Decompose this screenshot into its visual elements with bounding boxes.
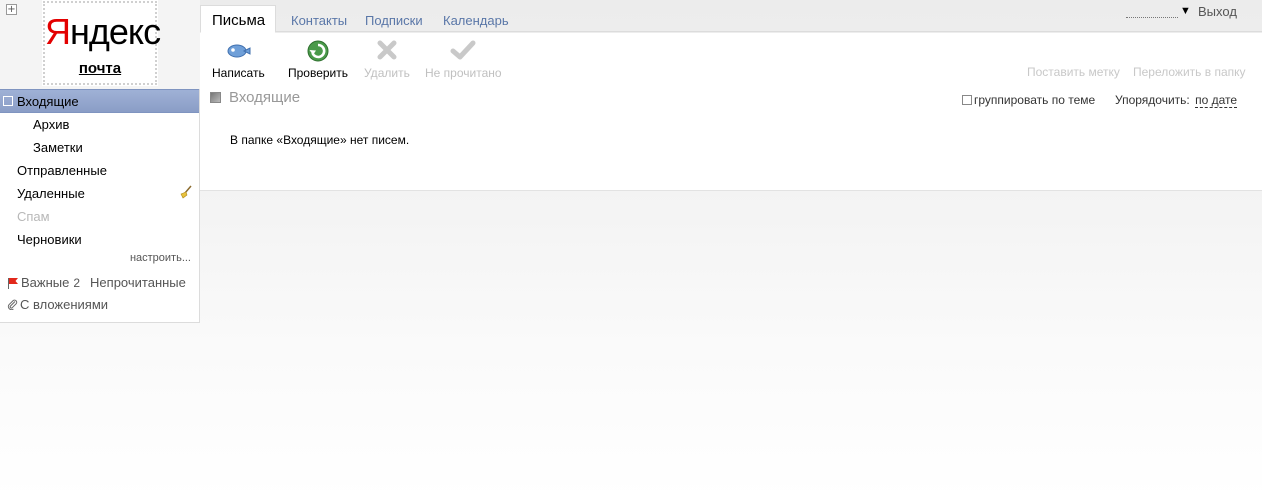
tab-subscriptions[interactable]: Подписки xyxy=(365,13,423,28)
group-by-thread-option[interactable]: группировать по теме xyxy=(962,93,1095,107)
labels-line: Важные 2 Непрочитанные xyxy=(7,275,186,290)
folder-drafts[interactable]: Черновики xyxy=(0,228,199,251)
logout-link[interactable]: Выход xyxy=(1198,4,1237,19)
label-important[interactable]: Важные xyxy=(21,275,69,290)
yandex-mail-logo[interactable]: Яндекс почта xyxy=(43,1,161,85)
folder-label: Черновики xyxy=(17,232,82,247)
label-unread[interactable]: Непрочитанные xyxy=(90,275,186,290)
left-sidebar: + Яндекс почта Входящие Архив Заметки От… xyxy=(0,0,200,323)
folder-list: Входящие Архив Заметки Отправленные Удал… xyxy=(0,89,199,251)
folder-archive[interactable]: Архив xyxy=(0,113,199,136)
folder-notes[interactable]: Заметки xyxy=(0,136,199,159)
group-by-thread-label: группировать по теме xyxy=(974,93,1096,107)
group-by-thread-checkbox[interactable] xyxy=(962,95,972,105)
delete-button[interactable]: Удалить xyxy=(364,39,410,80)
account-selector[interactable] xyxy=(1126,17,1178,18)
folder-trash[interactable]: Удаленные xyxy=(0,182,199,205)
tab-calendar[interactable]: Календарь xyxy=(443,13,509,28)
logo-area: + Яндекс почта xyxy=(0,0,200,89)
logo-brand: Яндекс xyxy=(45,11,161,52)
page-title: Входящие xyxy=(229,89,301,106)
top-tabs: Письма Контакты Подписки Календарь ▼ Вых… xyxy=(200,0,1262,33)
flag-icon xyxy=(8,278,18,289)
compose-icon xyxy=(227,44,251,58)
attachments-label: С вложениями xyxy=(20,297,109,312)
important-count: 2 xyxy=(73,276,81,290)
check-mail-button[interactable]: Проверить xyxy=(288,39,348,80)
compose-button[interactable]: Написать xyxy=(212,39,265,80)
folder-spam[interactable]: Спам xyxy=(0,205,199,228)
move-to-folder-button[interactable]: Переложить в папку xyxy=(1133,65,1246,79)
folder-settings-link[interactable]: настроить... xyxy=(130,252,191,264)
tab-letters[interactable]: Письма xyxy=(200,5,277,33)
main-panel: Написать Проверить Удалить Не прочитано … xyxy=(200,33,1262,191)
folder-label: Входящие xyxy=(17,94,79,109)
sort-label: Упорядочить: xyxy=(1115,93,1190,107)
refresh-icon xyxy=(307,40,329,62)
select-all-checkbox[interactable] xyxy=(210,92,221,103)
folder-label: Архив xyxy=(33,117,70,132)
sort-option: Упорядочить: по дате xyxy=(1115,93,1238,108)
sort-by-date-link[interactable]: по дате xyxy=(1195,93,1238,108)
folder-label: Удаленные xyxy=(17,186,85,201)
folder-label: Отправленные xyxy=(17,163,107,178)
folder-label: Заметки xyxy=(33,140,83,155)
delete-icon xyxy=(377,40,397,60)
folder-label: Спам xyxy=(17,209,50,224)
folder-heading: Входящие xyxy=(210,89,300,106)
collapse-icon[interactable] xyxy=(3,96,13,106)
set-label-button[interactable]: Поставить метку xyxy=(1027,65,1120,79)
logo-product: почта xyxy=(78,60,122,77)
tab-contacts[interactable]: Контакты xyxy=(291,13,347,28)
mark-unread-button[interactable]: Не прочитано xyxy=(425,39,502,80)
folder-inbox[interactable]: Входящие xyxy=(0,89,199,113)
attachments-filter[interactable]: С вложениями xyxy=(7,297,108,312)
checkmark-icon xyxy=(450,40,476,60)
paperclip-icon xyxy=(7,299,18,310)
empty-folder-message: В папке «Входящие» нет писем. xyxy=(230,133,410,147)
expand-icon[interactable]: + xyxy=(6,4,17,15)
folder-sent[interactable]: Отправленные xyxy=(0,159,199,182)
dropdown-arrow-icon[interactable]: ▼ xyxy=(1180,5,1191,17)
broom-icon[interactable] xyxy=(179,185,193,199)
